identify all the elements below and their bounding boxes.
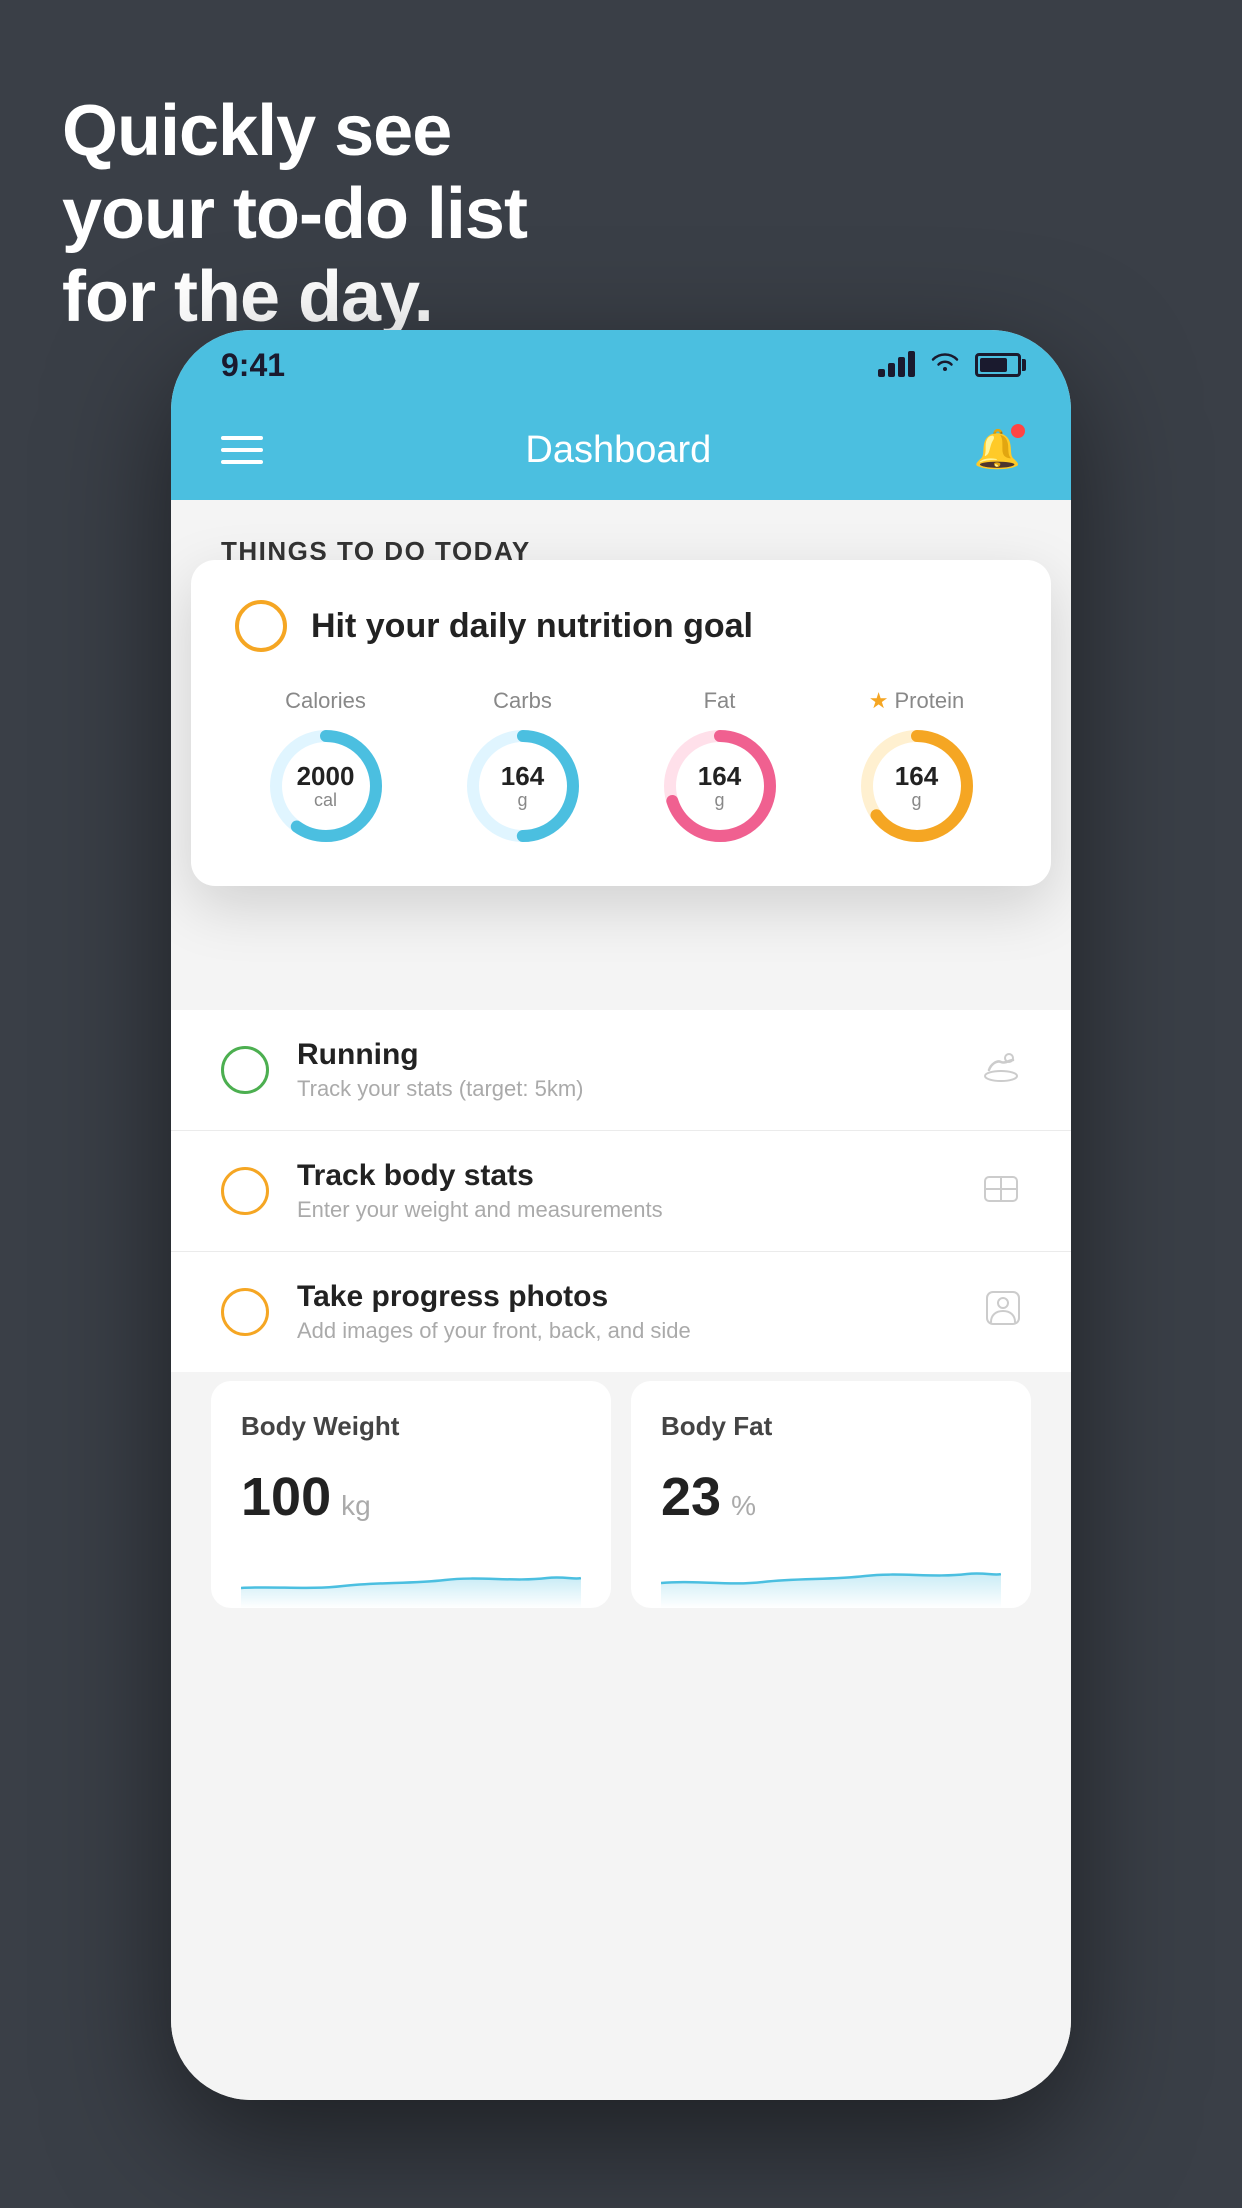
nutrition-radio[interactable] [235, 600, 287, 652]
nutrition-protein: ★ Protein 164 g [857, 688, 977, 846]
body-weight-unit: kg [341, 1490, 371, 1522]
body-fat-unit: % [731, 1490, 756, 1522]
carbs-label: Carbs [493, 688, 552, 714]
carbs-donut: 164 g [463, 726, 583, 846]
running-radio [221, 1046, 269, 1094]
hamburger-menu[interactable] [221, 436, 263, 464]
notification-dot [1011, 424, 1025, 438]
protein-donut: 164 g [857, 726, 977, 846]
body-weight-card: Body Weight 100 kg [211, 1381, 611, 1608]
body-weight-card-title: Body Weight [241, 1411, 581, 1442]
body-weight-chart [241, 1548, 581, 1608]
phone-mockup: 9:41 [171, 330, 1071, 2150]
status-bar: 9:41 [171, 330, 1071, 400]
photos-radio [221, 1288, 269, 1336]
nutrition-fat: Fat 164 g [660, 688, 780, 846]
body-weight-value-row: 100 kg [241, 1466, 581, 1528]
body-fat-chart [661, 1548, 1001, 1608]
card-title: Hit your daily nutrition goal [311, 607, 753, 646]
hero-line3: for the day. [62, 256, 527, 339]
app-header: Dashboard 🔔 [171, 400, 1071, 500]
hero-line1: Quickly see [62, 90, 527, 173]
protein-value: 164 g [895, 762, 938, 810]
hero-text: Quickly see your to-do list for the day. [62, 90, 527, 338]
fat-value: 164 g [698, 762, 741, 810]
todo-item-running[interactable]: Running Track your stats (target: 5km) [171, 1010, 1071, 1131]
photos-subtitle: Add images of your front, back, and side [297, 1318, 957, 1344]
status-icons [878, 349, 1021, 382]
fat-donut: 164 g [660, 726, 780, 846]
card-title-row: Hit your daily nutrition goal [235, 600, 1007, 652]
body-fat-card-title: Body Fat [661, 1411, 1001, 1442]
nutrition-card: Hit your daily nutrition goal Calories [191, 560, 1051, 886]
carbs-value: 164 g [501, 762, 544, 810]
progress-cards: Body Weight 100 kg [211, 1381, 1031, 1608]
nutrition-circles: Calories 2000 cal [235, 688, 1007, 846]
running-title: Running [297, 1038, 953, 1072]
todo-item-photos[interactable]: Take progress photos Add images of your … [171, 1252, 1071, 1372]
body-stats-title: Track body stats [297, 1159, 953, 1193]
running-subtitle: Track your stats (target: 5km) [297, 1076, 953, 1102]
todo-item-body-stats[interactable]: Track body stats Enter your weight and m… [171, 1131, 1071, 1252]
status-time: 9:41 [221, 347, 285, 384]
calories-label: Calories [285, 688, 366, 714]
todo-list: Running Track your stats (target: 5km) [171, 1010, 1071, 1372]
calories-donut: 2000 cal [266, 726, 386, 846]
signal-bars-icon [878, 353, 915, 377]
person-icon [985, 1290, 1021, 1334]
bell-icon[interactable]: 🔔 [974, 428, 1021, 472]
hero-line2: your to-do list [62, 173, 527, 256]
nutrition-calories: Calories 2000 cal [266, 688, 386, 846]
photos-title: Take progress photos [297, 1280, 957, 1314]
body-fat-card: Body Fat 23 % [631, 1381, 1031, 1608]
main-content: THINGS TO DO TODAY Hit your daily nutrit… [171, 500, 1071, 2100]
running-text: Running Track your stats (target: 5km) [297, 1038, 953, 1102]
calories-value: 2000 cal [297, 762, 355, 810]
header-title: Dashboard [525, 429, 711, 472]
body-weight-value: 100 [241, 1466, 331, 1528]
star-icon: ★ [869, 688, 889, 714]
protein-label: Protein [895, 688, 965, 714]
fat-label: Fat [704, 688, 736, 714]
body-stats-subtitle: Enter your weight and measurements [297, 1197, 953, 1223]
body-stats-text: Track body stats Enter your weight and m… [297, 1159, 953, 1223]
nutrition-carbs: Carbs 164 g [463, 688, 583, 846]
running-icon [981, 1050, 1021, 1090]
scale-icon [981, 1169, 1021, 1213]
photos-text: Take progress photos Add images of your … [297, 1280, 957, 1344]
body-stats-radio [221, 1167, 269, 1215]
body-fat-value-row: 23 % [661, 1466, 1001, 1528]
protein-label-row: ★ Protein [869, 688, 964, 714]
phone-screen: 9:41 [171, 330, 1071, 2100]
battery-icon [975, 353, 1021, 377]
body-fat-value: 23 [661, 1466, 721, 1528]
wifi-icon [929, 349, 961, 382]
